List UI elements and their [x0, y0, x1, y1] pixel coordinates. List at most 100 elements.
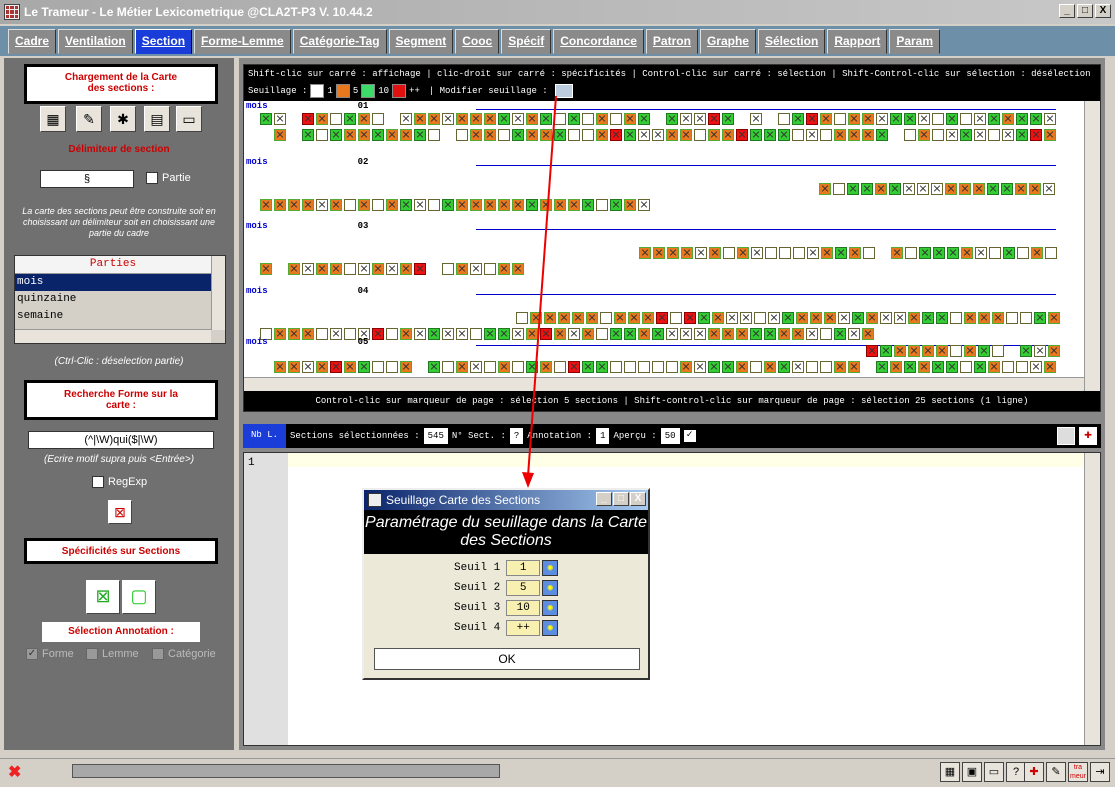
section-square[interactable]	[726, 312, 738, 324]
section-square[interactable]	[750, 328, 762, 340]
section-square[interactable]	[694, 129, 706, 141]
modify-threshold-button[interactable]	[554, 84, 573, 98]
annot-forme-checkbox[interactable]: ✓ Forme	[26, 648, 74, 660]
delimiter-input[interactable]: §	[40, 170, 134, 188]
section-square[interactable]	[959, 183, 971, 195]
section-square[interactable]	[904, 129, 916, 141]
section-square[interactable]	[484, 129, 496, 141]
section-square[interactable]	[932, 113, 944, 125]
section-square[interactable]	[624, 129, 636, 141]
section-square[interactable]	[681, 247, 693, 259]
section-square[interactable]	[961, 247, 973, 259]
section-square[interactable]	[344, 263, 356, 275]
section-square[interactable]	[596, 129, 608, 141]
tab-selection[interactable]: Sélection	[757, 29, 826, 54]
threshold-3-input[interactable]: 10	[506, 600, 541, 616]
tool-icon-1[interactable]: ▦	[940, 762, 960, 782]
section-square[interactable]	[824, 312, 836, 324]
section-square[interactable]	[820, 361, 832, 373]
section-square[interactable]	[950, 312, 962, 324]
search-pattern-input[interactable]: (^|\W)qui($|\W)	[28, 431, 214, 449]
section-square[interactable]	[890, 113, 902, 125]
section-square[interactable]	[666, 328, 678, 340]
tab-param[interactable]: Param	[889, 29, 941, 54]
section-square[interactable]	[638, 328, 650, 340]
section-square[interactable]	[1001, 183, 1013, 195]
section-square[interactable]	[698, 312, 710, 324]
section-square[interactable]	[414, 263, 426, 275]
section-square[interactable]	[596, 361, 608, 373]
section-square[interactable]	[260, 113, 272, 125]
section-square[interactable]	[974, 129, 986, 141]
section-square[interactable]	[866, 312, 878, 324]
section-square[interactable]	[848, 113, 860, 125]
annot-categorie-checkbox[interactable]: Catégorie	[152, 648, 216, 660]
section-square[interactable]	[526, 113, 538, 125]
section-square[interactable]	[862, 328, 874, 340]
section-square[interactable]	[1030, 129, 1042, 141]
section-square[interactable]	[540, 199, 552, 211]
apercu-checkbox[interactable]: ✓	[683, 430, 696, 442]
section-square[interactable]	[1030, 361, 1042, 373]
section-square[interactable]	[680, 328, 692, 340]
section-square[interactable]	[610, 129, 622, 141]
section-square[interactable]	[274, 199, 286, 211]
section-square[interactable]	[568, 328, 580, 340]
section-square[interactable]	[861, 183, 873, 195]
section-square[interactable]	[572, 312, 584, 324]
section-square[interactable]	[1016, 361, 1028, 373]
section-square[interactable]	[1006, 312, 1018, 324]
section-square[interactable]	[806, 113, 818, 125]
edit-icon[interactable]: ✎	[76, 106, 102, 132]
section-square[interactable]	[1044, 361, 1056, 373]
section-square[interactable]	[516, 312, 528, 324]
section-square[interactable]	[624, 113, 636, 125]
section-square[interactable]	[768, 312, 780, 324]
section-square[interactable]	[526, 129, 538, 141]
section-square[interactable]	[372, 361, 384, 373]
section-square[interactable]	[880, 312, 892, 324]
tab-categorie-tag[interactable]: Catégorie-Tag	[292, 29, 387, 54]
section-square[interactable]	[484, 113, 496, 125]
section-square[interactable]	[582, 113, 594, 125]
section-square[interactable]	[442, 199, 454, 211]
section-square[interactable]	[666, 129, 678, 141]
section-square[interactable]	[992, 312, 1004, 324]
parts-hscroll[interactable]	[15, 329, 211, 343]
section-square[interactable]	[894, 312, 906, 324]
section-square[interactable]	[428, 129, 440, 141]
section-square[interactable]	[792, 129, 804, 141]
section-square[interactable]	[498, 263, 510, 275]
section-square[interactable]	[526, 328, 538, 340]
section-square[interactable]	[568, 113, 580, 125]
section-square[interactable]	[722, 113, 734, 125]
section-square[interactable]	[386, 129, 398, 141]
section-square[interactable]	[806, 129, 818, 141]
section-square[interactable]	[1029, 183, 1041, 195]
minimize-button[interactable]: _	[1059, 4, 1075, 18]
section-square[interactable]	[820, 113, 832, 125]
section-square[interactable]	[782, 312, 794, 324]
section-square[interactable]	[372, 129, 384, 141]
section-square[interactable]	[708, 113, 720, 125]
section-square[interactable]	[582, 129, 594, 141]
section-square[interactable]	[1043, 183, 1055, 195]
section-square[interactable]	[847, 183, 859, 195]
section-square[interactable]	[933, 247, 945, 259]
tab-concordance[interactable]: Concordance	[553, 29, 644, 54]
section-square[interactable]	[708, 361, 720, 373]
section-square[interactable]	[610, 199, 622, 211]
section-square[interactable]	[765, 247, 777, 259]
section-square[interactable]	[973, 183, 985, 195]
parts-vscroll[interactable]	[211, 256, 225, 330]
section-square[interactable]	[638, 199, 650, 211]
section-square[interactable]	[807, 247, 819, 259]
section-square[interactable]	[712, 312, 724, 324]
section-square[interactable]	[792, 328, 804, 340]
section-square[interactable]	[894, 345, 906, 357]
section-square[interactable]	[260, 263, 272, 275]
text-vscroll[interactable]	[1084, 453, 1100, 745]
section-square[interactable]	[288, 263, 300, 275]
section-square[interactable]	[964, 345, 976, 357]
section-square[interactable]	[793, 247, 805, 259]
